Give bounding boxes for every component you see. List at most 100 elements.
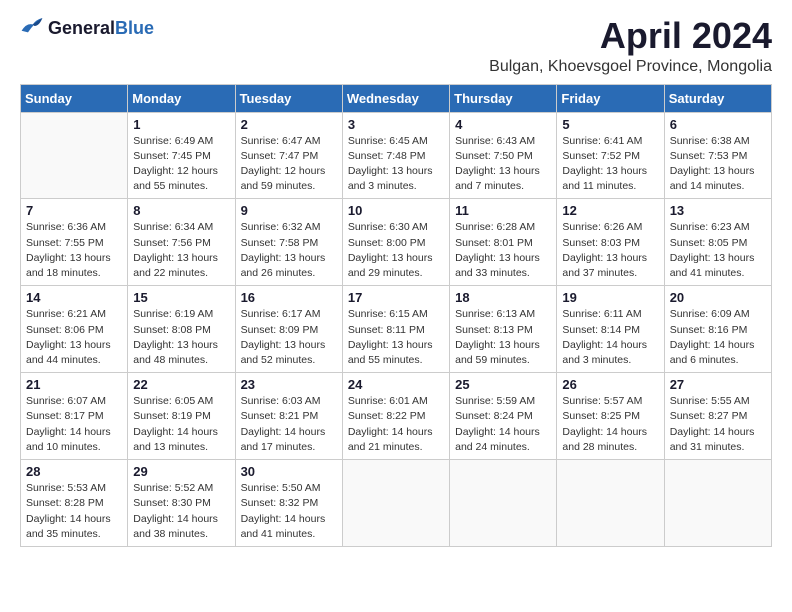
calendar-day: 4Sunrise: 6:43 AMSunset: 7:50 PMDaylight… [450,112,557,199]
daylight-text: Daylight: 12 hours and 55 minutes. [133,164,229,194]
calendar-day: 30Sunrise: 5:50 AMSunset: 8:32 PMDayligh… [235,460,342,547]
logo-text: GeneralBlue [48,18,154,39]
day-info: Sunrise: 5:59 AMSunset: 8:24 PMDaylight:… [455,394,551,455]
daylight-text: Daylight: 14 hours and 35 minutes. [26,512,122,542]
calendar-week-1: 1Sunrise: 6:49 AMSunset: 7:45 PMDaylight… [21,112,772,199]
sunset-text: Sunset: 7:55 PM [26,236,122,251]
sunset-text: Sunset: 7:48 PM [348,149,444,164]
day-info: Sunrise: 6:17 AMSunset: 8:09 PMDaylight:… [241,307,337,368]
day-number: 17 [348,290,444,305]
day-info: Sunrise: 6:03 AMSunset: 8:21 PMDaylight:… [241,394,337,455]
day-number: 4 [455,117,551,132]
day-number: 22 [133,377,229,392]
daylight-text: Daylight: 13 hours and 14 minutes. [670,164,766,194]
header-tuesday: Tuesday [235,84,342,112]
sunset-text: Sunset: 8:00 PM [348,236,444,251]
calendar-day: 27Sunrise: 5:55 AMSunset: 8:27 PMDayligh… [664,373,771,460]
calendar-week-3: 14Sunrise: 6:21 AMSunset: 8:06 PMDayligh… [21,286,772,373]
logo-icon [20,16,44,41]
sunset-text: Sunset: 7:50 PM [455,149,551,164]
day-number: 16 [241,290,337,305]
day-number: 5 [562,117,658,132]
calendar-day: 5 Sunrise: 6:41 AMSunset: 7:52 PMDaylight… [557,112,664,199]
daylight-text: Daylight: 13 hours and 29 minutes. [348,251,444,281]
calendar-day: 19 Sunrise: 6:11 AMSunset: 8:14 PMDayligh… [557,286,664,373]
calendar-day: 21Sunrise: 6:07 AMSunset: 8:17 PMDayligh… [21,373,128,460]
calendar-day: 12Sunrise: 6:26 AMSunset: 8:03 PMDayligh… [557,199,664,286]
sunset-text: Sunset: 8:27 PM [670,409,766,424]
day-info: Sunrise: 6:13 AMSunset: 8:13 PMDaylight:… [455,307,551,368]
calendar-day: 8Sunrise: 6:34 AMSunset: 7:56 PMDaylight… [128,199,235,286]
daylight-text: Daylight: 13 hours and 33 minutes. [455,251,551,281]
day-info: Sunrise: 6:11 AMSunset: 8:14 PMDaylight:… [562,307,658,368]
calendar-day: 13Sunrise: 6:23 AMSunset: 8:05 PMDayligh… [664,199,771,286]
calendar-day [450,460,557,547]
sunset-text: Sunset: 8:21 PM [241,409,337,424]
calendar-day [557,460,664,547]
day-info: Sunrise: 5:55 AMSunset: 8:27 PMDaylight:… [670,394,766,455]
sunset-text: Sunset: 8:17 PM [26,409,122,424]
sunrise-text: Sunrise: 6:45 AM [348,134,444,149]
daylight-text: Daylight: 13 hours and 41 minutes. [670,251,766,281]
daylight-text: Daylight: 12 hours and 59 minutes. [241,164,337,194]
calendar-header-row: SundayMondayTuesdayWednesdayThursdayFrid… [21,84,772,112]
day-info: Sunrise: 6:09 AMSunset: 8:16 PMDaylight:… [670,307,766,368]
day-number: 15 [133,290,229,305]
calendar-day: 23Sunrise: 6:03 AMSunset: 8:21 PMDayligh… [235,373,342,460]
logo-blue: Blue [115,18,154,38]
daylight-text: Daylight: 13 hours and 37 minutes. [562,251,658,281]
calendar-day: 22 Sunrise: 6:05 AMSunset: 8:19 PMDayligh… [128,373,235,460]
daylight-text: Daylight: 13 hours and 22 minutes. [133,251,229,281]
calendar-day: 6Sunrise: 6:38 AMSunset: 7:53 PMDaylight… [664,112,771,199]
day-info: Sunrise: 6:23 AMSunset: 8:05 PMDaylight:… [670,220,766,281]
day-number: 24 [348,377,444,392]
calendar-day [664,460,771,547]
day-info: Sunrise: 6:28 AMSunset: 8:01 PMDaylight:… [455,220,551,281]
calendar-week-4: 21Sunrise: 6:07 AMSunset: 8:17 PMDayligh… [21,373,772,460]
daylight-text: Daylight: 14 hours and 38 minutes. [133,512,229,542]
daylight-text: Daylight: 13 hours and 44 minutes. [26,338,122,368]
calendar-day: 10Sunrise: 6:30 AMSunset: 8:00 PMDayligh… [342,199,449,286]
sunrise-text: Sunrise: 6:11 AM [562,307,658,322]
day-info: Sunrise: 6:41 AMSunset: 7:52 PMDaylight:… [562,134,658,195]
sunset-text: Sunset: 8:24 PM [455,409,551,424]
day-info: Sunrise: 6:47 AMSunset: 7:47 PMDaylight:… [241,134,337,195]
day-number: 3 [348,117,444,132]
sunset-text: Sunset: 8:11 PM [348,323,444,338]
sunrise-text: Sunrise: 6:01 AM [348,394,444,409]
sunset-text: Sunset: 8:09 PM [241,323,337,338]
calendar-week-5: 28Sunrise: 5:53 AMSunset: 8:28 PMDayligh… [21,460,772,547]
calendar-table: SundayMondayTuesdayWednesdayThursdayFrid… [20,84,772,547]
daylight-text: Daylight: 13 hours and 26 minutes. [241,251,337,281]
day-number: 7 [26,203,122,218]
day-number: 19 [562,290,658,305]
daylight-text: Daylight: 14 hours and 41 minutes. [241,512,337,542]
sunset-text: Sunset: 8:30 PM [133,496,229,511]
calendar-day: 16 Sunrise: 6:17 AMSunset: 8:09 PMDayligh… [235,286,342,373]
sunrise-text: Sunrise: 6:17 AM [241,307,337,322]
sunset-text: Sunset: 8:19 PM [133,409,229,424]
day-number: 1 [133,117,229,132]
header-thursday: Thursday [450,84,557,112]
sunrise-text: Sunrise: 6:05 AM [133,394,229,409]
day-info: Sunrise: 6:05 AMSunset: 8:19 PMDaylight:… [133,394,229,455]
logo-general: General [48,18,115,38]
daylight-text: Daylight: 14 hours and 13 minutes. [133,425,229,455]
calendar-day: 2Sunrise: 6:47 AMSunset: 7:47 PMDaylight… [235,112,342,199]
day-info: Sunrise: 6:38 AMSunset: 7:53 PMDaylight:… [670,134,766,195]
day-info: Sunrise: 6:15 AMSunset: 8:11 PMDaylight:… [348,307,444,368]
day-info: Sunrise: 6:36 AMSunset: 7:55 PMDaylight:… [26,220,122,281]
calendar-day: 29Sunrise: 5:52 AMSunset: 8:30 PMDayligh… [128,460,235,547]
calendar-day: 15Sunrise: 6:19 AMSunset: 8:08 PMDayligh… [128,286,235,373]
day-info: Sunrise: 6:01 AMSunset: 8:22 PMDaylight:… [348,394,444,455]
day-number: 14 [26,290,122,305]
sunset-text: Sunset: 7:58 PM [241,236,337,251]
sunset-text: Sunset: 8:05 PM [670,236,766,251]
sunrise-text: Sunrise: 6:38 AM [670,134,766,149]
calendar-day: 3Sunrise: 6:45 AMSunset: 7:48 PMDaylight… [342,112,449,199]
sunset-text: Sunset: 7:45 PM [133,149,229,164]
day-number: 25 [455,377,551,392]
sunrise-text: Sunrise: 6:47 AM [241,134,337,149]
calendar-day [342,460,449,547]
day-info: Sunrise: 6:34 AMSunset: 7:56 PMDaylight:… [133,220,229,281]
